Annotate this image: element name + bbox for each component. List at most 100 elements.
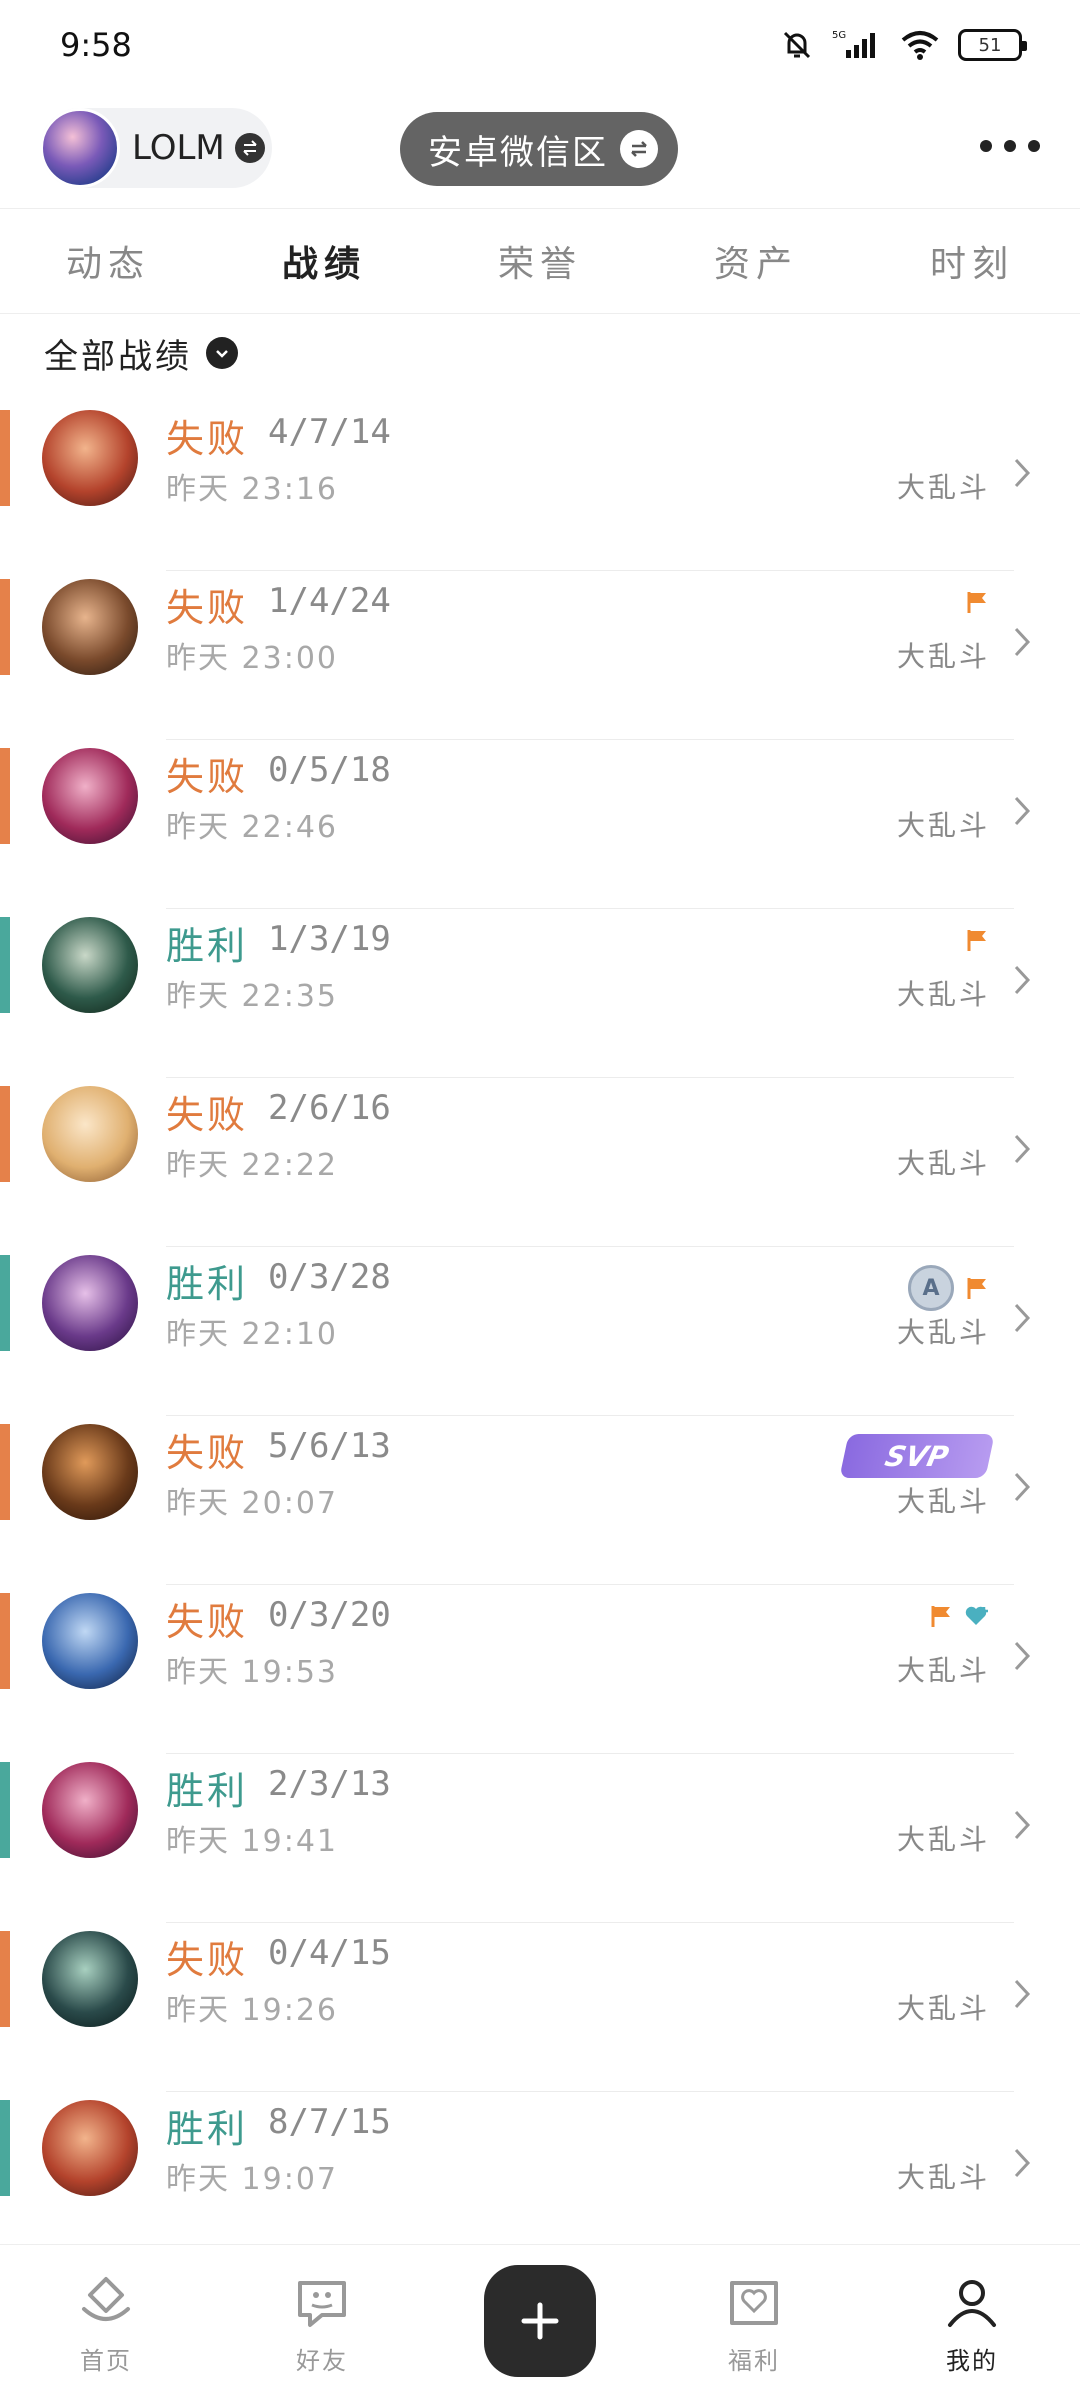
avatar bbox=[40, 108, 120, 188]
swap-icon bbox=[234, 133, 265, 163]
tab-records[interactable]: 战绩 bbox=[216, 209, 432, 313]
match-time: 昨天 23:16 bbox=[166, 472, 338, 507]
match-row[interactable]: 失败 5/6/13 昨天 20:07 SVP 大乱斗 bbox=[0, 1416, 1080, 1585]
tab-dynamics[interactable]: 动态 bbox=[0, 209, 216, 313]
nav-label: 福利 bbox=[728, 2347, 780, 2375]
match-kda: 1/3/19 bbox=[268, 919, 391, 959]
match-time: 昨天 22:22 bbox=[166, 1148, 338, 1183]
mvp-flag-icon bbox=[967, 930, 986, 951]
match-row[interactable]: 失败 0/4/15 昨天 19:26 大乱斗 bbox=[0, 1923, 1080, 2092]
tab-honors[interactable]: 荣誉 bbox=[432, 209, 648, 313]
champion-avatar bbox=[42, 1086, 138, 1182]
match-result: 失败 bbox=[166, 1431, 249, 1475]
match-row[interactable]: 失败 1/4/24 昨天 23:00 大乱斗 bbox=[0, 571, 1080, 740]
result-indicator bbox=[0, 2100, 10, 2196]
gift-heart-icon bbox=[730, 2281, 778, 2325]
chevron-right-icon bbox=[1014, 1979, 1031, 2009]
match-mode: 大乱斗 bbox=[896, 978, 990, 1011]
home-icon bbox=[82, 2277, 130, 2321]
add-button[interactable] bbox=[484, 2265, 596, 2377]
match-time: 昨天 22:35 bbox=[166, 979, 338, 1014]
header: LOLM 安卓微信区 bbox=[0, 104, 1080, 204]
match-row[interactable]: 失败 0/5/18 昨天 22:46 大乱斗 bbox=[0, 740, 1080, 909]
match-result: 失败 bbox=[166, 755, 249, 799]
match-time: 昨天 20:07 bbox=[166, 1486, 338, 1521]
match-row[interactable]: 失败 4/7/14 昨天 23:16 大乱斗 bbox=[0, 402, 1080, 571]
match-result: 胜利 bbox=[166, 924, 249, 968]
chevron-right-icon bbox=[1014, 458, 1031, 488]
match-mode: 大乱斗 bbox=[896, 471, 990, 504]
match-kda: 4/7/14 bbox=[268, 412, 391, 452]
status-icons: 5G 51 bbox=[780, 28, 1027, 62]
result-indicator bbox=[0, 1931, 10, 2027]
account-name: LOLM bbox=[132, 128, 225, 168]
chevron-right-icon bbox=[1014, 796, 1031, 826]
match-mode: 大乱斗 bbox=[896, 640, 990, 673]
status-time: 9:58 bbox=[60, 26, 132, 64]
filter-dropdown[interactable]: 全部战绩 bbox=[44, 330, 238, 377]
server-name: 安卓微信区 bbox=[428, 132, 608, 173]
match-mode: 大乱斗 bbox=[896, 2161, 990, 2194]
match-row[interactable]: 失败 0/3/20 昨天 19:53 大乱斗 bbox=[0, 1585, 1080, 1754]
champion-avatar bbox=[42, 1424, 138, 1520]
champion-avatar bbox=[42, 410, 138, 506]
match-row[interactable]: 胜利 2/3/13 昨天 19:41 大乱斗 bbox=[0, 1754, 1080, 1923]
result-indicator bbox=[0, 579, 10, 675]
mvp-flag-icon bbox=[967, 1278, 986, 1299]
match-kda: 1/4/24 bbox=[268, 581, 391, 621]
status-bar: 9:58 5G 51 bbox=[0, 0, 1080, 96]
match-result: 胜利 bbox=[166, 2107, 249, 2151]
swap-icon bbox=[620, 130, 658, 168]
svp-badge: SVP bbox=[839, 1434, 995, 1478]
battery-icon: 51 bbox=[958, 29, 1027, 61]
bottom-nav: 首页 好友 福利 我的 bbox=[0, 2244, 1080, 2400]
match-result: 失败 bbox=[166, 1093, 249, 1137]
match-kda: 8/7/15 bbox=[268, 2102, 391, 2142]
plus-icon bbox=[521, 2302, 559, 2340]
wifi-icon bbox=[901, 31, 939, 60]
nav-profile[interactable]: 我的 bbox=[912, 2275, 1032, 2376]
tab-bar: 动态 战绩 荣誉 资产 时刻 bbox=[0, 208, 1080, 314]
match-time: 昨天 19:26 bbox=[166, 1993, 338, 2028]
match-kda: 0/4/15 bbox=[268, 1933, 391, 1973]
match-row[interactable]: 胜利 1/3/19 昨天 22:35 大乱斗 bbox=[0, 909, 1080, 1078]
match-row[interactable]: 胜利 0/3/28 昨天 22:10 A 大乱斗 bbox=[0, 1247, 1080, 1416]
account-switcher[interactable]: LOLM bbox=[40, 108, 272, 188]
chevron-right-icon bbox=[1014, 1641, 1031, 1671]
match-badges bbox=[964, 927, 990, 953]
filter-label: 全部战绩 bbox=[44, 336, 192, 377]
result-indicator bbox=[0, 1593, 10, 1689]
match-mode: 大乱斗 bbox=[896, 809, 990, 842]
tab-moments[interactable]: 时刻 bbox=[864, 209, 1080, 313]
champion-avatar bbox=[42, 1931, 138, 2027]
match-time: 昨天 19:53 bbox=[166, 1655, 338, 1690]
nav-benefits[interactable]: 福利 bbox=[694, 2275, 814, 2376]
profile-icon bbox=[948, 2280, 996, 2327]
match-row[interactable]: 胜利 8/7/15 昨天 19:07 大乱斗 bbox=[0, 2092, 1080, 2261]
chevron-right-icon bbox=[1014, 1303, 1031, 1333]
a-rank-badge: A bbox=[908, 1265, 954, 1311]
nav-home[interactable]: 首页 bbox=[46, 2275, 166, 2376]
match-result: 失败 bbox=[166, 1938, 249, 1982]
match-badges: SVP bbox=[839, 1434, 995, 1478]
result-indicator bbox=[0, 410, 10, 506]
chevron-down-icon bbox=[206, 337, 238, 369]
champion-avatar bbox=[42, 1762, 138, 1858]
tab-assets[interactable]: 资产 bbox=[648, 209, 864, 313]
more-icon[interactable] bbox=[980, 136, 1040, 156]
mvp-flag-icon bbox=[967, 592, 986, 613]
match-kda: 0/3/28 bbox=[268, 1257, 391, 1297]
result-indicator bbox=[0, 1255, 10, 1351]
chevron-right-icon bbox=[1014, 2148, 1031, 2178]
server-switcher[interactable]: 安卓微信区 bbox=[400, 112, 678, 186]
match-result: 失败 bbox=[166, 417, 249, 461]
chevron-right-icon bbox=[1014, 1810, 1031, 1840]
chevron-right-icon bbox=[1014, 1134, 1031, 1164]
nav-friends[interactable]: 好友 bbox=[262, 2275, 382, 2376]
match-list: 失败 4/7/14 昨天 23:16 大乱斗 失败 1/4/24 昨天 23:00 大乱斗 失败… bbox=[0, 402, 1080, 2261]
champion-avatar bbox=[42, 1255, 138, 1351]
match-row[interactable]: 失败 2/6/16 昨天 22:22 大乱斗 bbox=[0, 1078, 1080, 1247]
match-time: 昨天 22:46 bbox=[166, 810, 338, 845]
champion-avatar bbox=[42, 917, 138, 1013]
nav-label: 好友 bbox=[296, 2347, 348, 2375]
